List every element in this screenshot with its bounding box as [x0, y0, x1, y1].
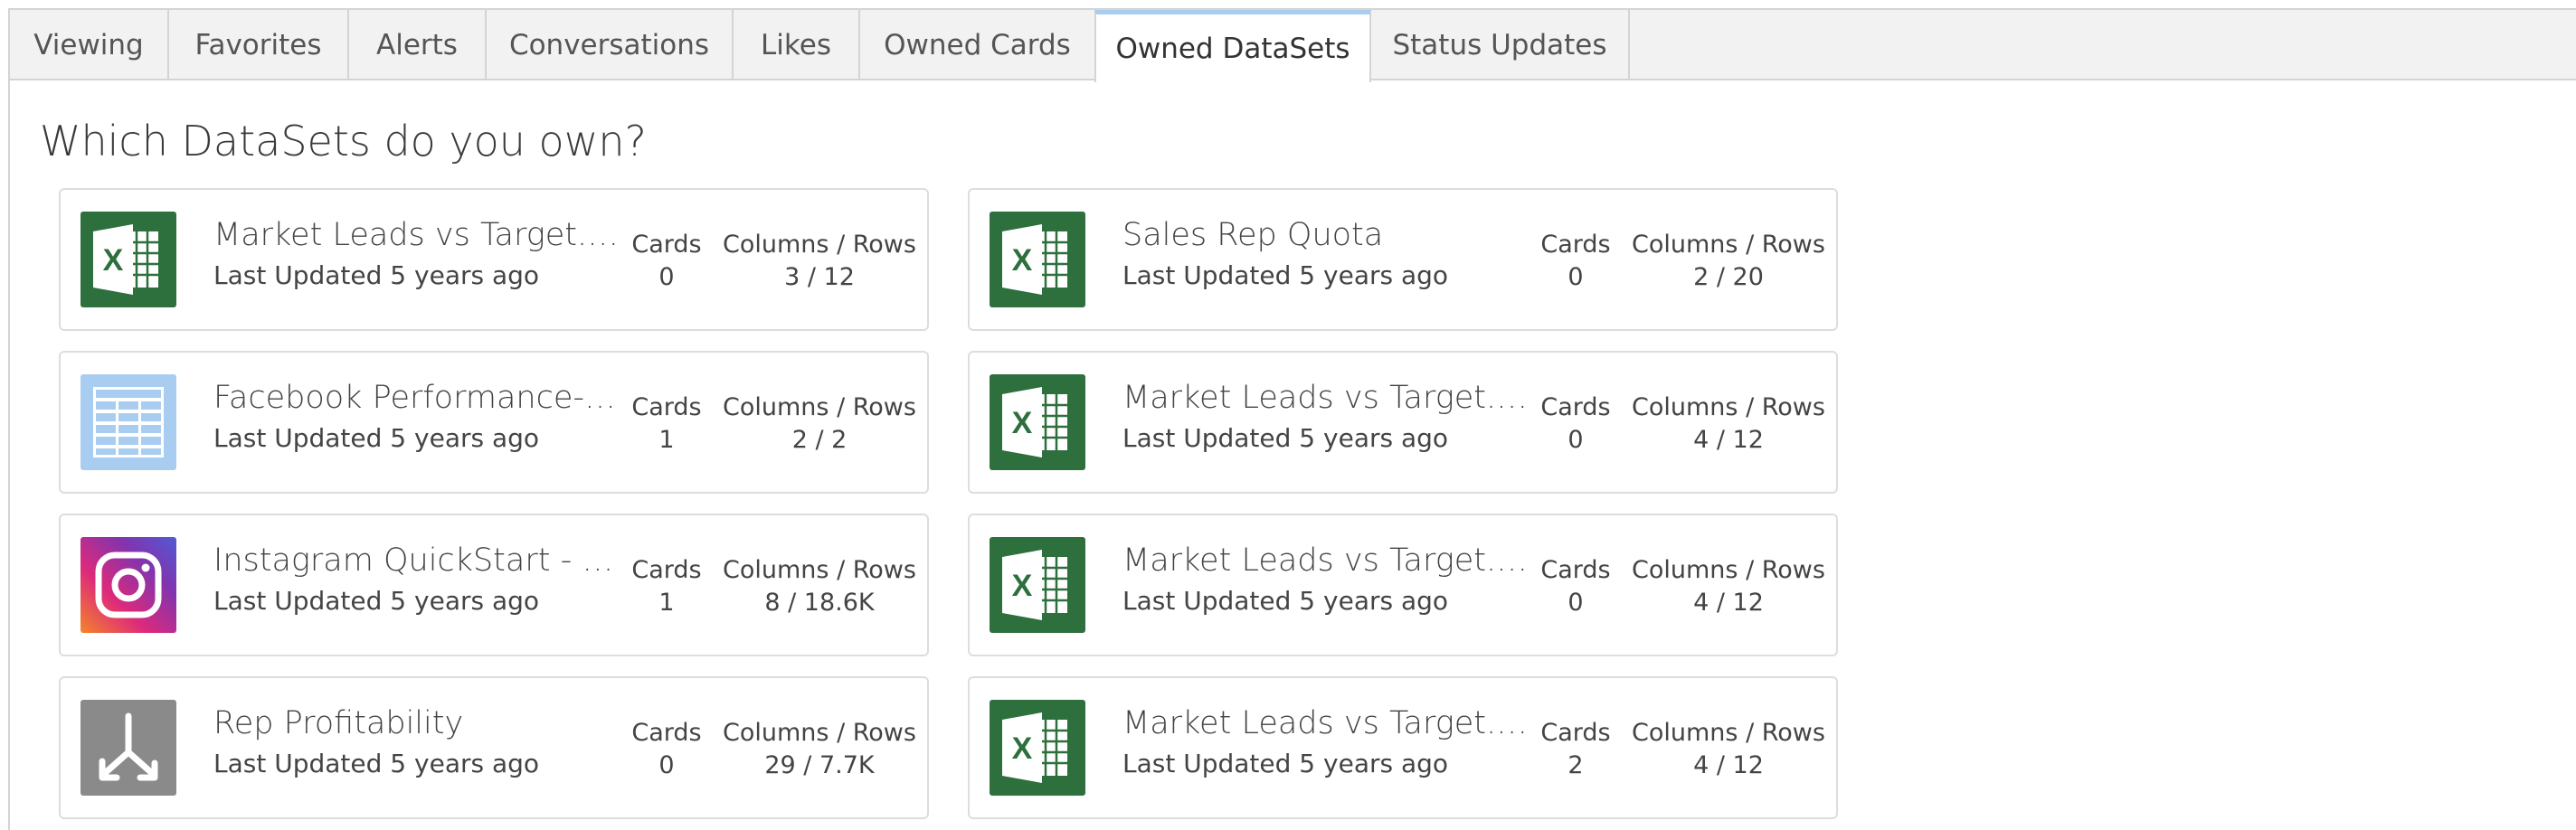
- cards-stat: Cards 2: [1539, 718, 1612, 783]
- dataset-name[interactable]: Market Leads vs Target.xls...: [1122, 380, 1530, 416]
- cards-stat: Cards 1: [630, 392, 703, 457]
- columns-rows-label: Columns / Rows: [723, 393, 916, 421]
- excel-icon: X: [990, 700, 1085, 796]
- cards-label: Cards: [1540, 231, 1611, 259]
- dataset-card[interactable]: Facebook Performance-P... Last Updated 5…: [59, 351, 929, 494]
- dataset-updated: Last Updated 5 years ago: [213, 423, 540, 453]
- cards-value: 1: [658, 426, 675, 454]
- columns-rows-stat: Columns / Rows 29 / 7.7K: [717, 718, 922, 783]
- tab-status-updates[interactable]: Status Updates: [1371, 10, 1630, 80]
- columns-rows-label: Columns / Rows: [723, 556, 916, 584]
- dataset-name[interactable]: Market Leads vs Target.xls...: [1122, 542, 1530, 579]
- dataset-name[interactable]: Market Leads vs Target.xls...: [213, 217, 620, 253]
- dataset-updated: Last Updated 5 years ago: [1122, 260, 1449, 290]
- excel-icon: X: [80, 212, 176, 307]
- dataset-updated: Last Updated 5 years ago: [1122, 423, 1449, 453]
- columns-rows-stat: Columns / Rows 4 / 12: [1626, 718, 1831, 783]
- cards-stat: Cards 0: [1539, 555, 1612, 620]
- columns-rows-value: 8 / 18.6K: [764, 589, 875, 617]
- tab-favorites[interactable]: Favorites: [169, 10, 349, 80]
- columns-rows-label: Columns / Rows: [1632, 231, 1825, 259]
- columns-rows-label: Columns / Rows: [1632, 719, 1825, 747]
- columns-rows-value: 29 / 7.7K: [764, 751, 875, 779]
- dataset-updated: Last Updated 5 years ago: [213, 586, 540, 616]
- columns-rows-stat: Columns / Rows 4 / 12: [1626, 392, 1831, 457]
- dataset-card[interactable]: X Market Leads vs Target.xls... Last Upd…: [968, 514, 1838, 656]
- cards-label: Cards: [1540, 393, 1611, 421]
- excel-icon: X: [990, 537, 1085, 633]
- columns-rows-value: 4 / 12: [1693, 589, 1764, 617]
- dataset-updated: Last Updated 5 years ago: [213, 260, 540, 290]
- columns-rows-value: 4 / 12: [1693, 426, 1764, 454]
- columns-rows-value: 2 / 20: [1693, 263, 1764, 291]
- columns-rows-label: Columns / Rows: [1632, 556, 1825, 584]
- cards-stat: Cards 1: [630, 555, 703, 620]
- dataset-name[interactable]: Market Leads vs Target.xls...: [1122, 705, 1530, 741]
- svg-text:X: X: [1012, 731, 1033, 766]
- excel-icon: X: [990, 212, 1085, 307]
- cards-stat: Cards 0: [1539, 230, 1612, 295]
- dataset-name[interactable]: Rep Profitability: [213, 705, 620, 741]
- svg-text:X: X: [1012, 569, 1033, 603]
- cards-value: 2: [1567, 751, 1584, 779]
- columns-rows-value: 2 / 2: [791, 426, 848, 454]
- columns-rows-stat: Columns / Rows 2 / 20: [1626, 230, 1831, 295]
- tab-alerts[interactable]: Alerts: [349, 10, 487, 80]
- cards-value: 0: [658, 751, 675, 779]
- columns-rows-stat: Columns / Rows 2 / 2: [717, 392, 922, 457]
- dataset-name[interactable]: Instagram QuickStart - Us...: [213, 542, 620, 579]
- excel-icon: X: [990, 374, 1085, 470]
- cards-label: Cards: [1540, 719, 1611, 747]
- dataset-updated: Last Updated 5 years ago: [1122, 749, 1449, 778]
- tab-likes[interactable]: Likes: [734, 10, 860, 80]
- tab-owned-cards[interactable]: Owned Cards: [860, 10, 1096, 80]
- svg-text:X: X: [1012, 243, 1033, 278]
- page-title: Which DataSets do you own?: [40, 117, 647, 165]
- cards-label: Cards: [631, 393, 702, 421]
- cards-value: 0: [1567, 589, 1584, 617]
- tab-viewing[interactable]: Viewing: [10, 10, 169, 80]
- columns-rows-stat: Columns / Rows 4 / 12: [1626, 555, 1831, 620]
- columns-rows-label: Columns / Rows: [723, 719, 916, 747]
- dataflow-icon: [80, 700, 176, 796]
- cards-value: 0: [658, 263, 675, 291]
- dataset-name[interactable]: Sales Rep Quota: [1122, 217, 1530, 253]
- dataset-updated: Last Updated 5 years ago: [213, 749, 540, 778]
- instagram-icon: [80, 537, 176, 633]
- dataset-card[interactable]: X Market Leads vs Target.xls... Last Upd…: [968, 676, 1838, 819]
- dataset-card[interactable]: Rep Profitability Last Updated 5 years a…: [59, 676, 929, 819]
- dataset-card[interactable]: X Sales Rep Quota Last Updated 5 years a…: [968, 188, 1838, 331]
- tab-owned-datasets[interactable]: Owned DataSets: [1094, 10, 1371, 82]
- svg-text:X: X: [103, 243, 124, 278]
- cards-stat: Cards 0: [1539, 392, 1612, 457]
- table-icon: [80, 374, 176, 470]
- dataset-card[interactable]: X Market Leads vs Target.xls... Last Upd…: [59, 188, 929, 331]
- dataset-card[interactable]: X Market Leads vs Target.xls... Last Upd…: [968, 351, 1838, 494]
- cards-label: Cards: [631, 719, 702, 747]
- columns-rows-stat: Columns / Rows 3 / 12: [717, 230, 922, 295]
- cards-label: Cards: [631, 556, 702, 584]
- cards-stat: Cards 0: [630, 718, 703, 783]
- columns-rows-label: Columns / Rows: [1632, 393, 1825, 421]
- cards-value: 0: [1567, 263, 1584, 291]
- dataset-name[interactable]: Facebook Performance-P...: [213, 380, 620, 416]
- columns-rows-stat: Columns / Rows 8 / 18.6K: [717, 555, 922, 620]
- cards-stat: Cards 0: [630, 230, 703, 295]
- tab-conversations[interactable]: Conversations: [487, 10, 734, 80]
- cards-label: Cards: [631, 231, 702, 259]
- owned-datasets-panel: Viewing Favorites Alerts Conversations L…: [8, 8, 2576, 830]
- columns-rows-label: Columns / Rows: [723, 231, 916, 259]
- cards-label: Cards: [1540, 556, 1611, 584]
- columns-rows-value: 4 / 12: [1693, 751, 1764, 779]
- svg-text:X: X: [1012, 406, 1033, 440]
- dataset-updated: Last Updated 5 years ago: [1122, 586, 1449, 616]
- profile-tab-bar: Viewing Favorites Alerts Conversations L…: [10, 10, 2576, 82]
- cards-value: 1: [658, 589, 675, 617]
- columns-rows-value: 3 / 12: [784, 263, 855, 291]
- cards-value: 0: [1567, 426, 1584, 454]
- dataset-card[interactable]: Instagram QuickStart - Us... Last Update…: [59, 514, 929, 656]
